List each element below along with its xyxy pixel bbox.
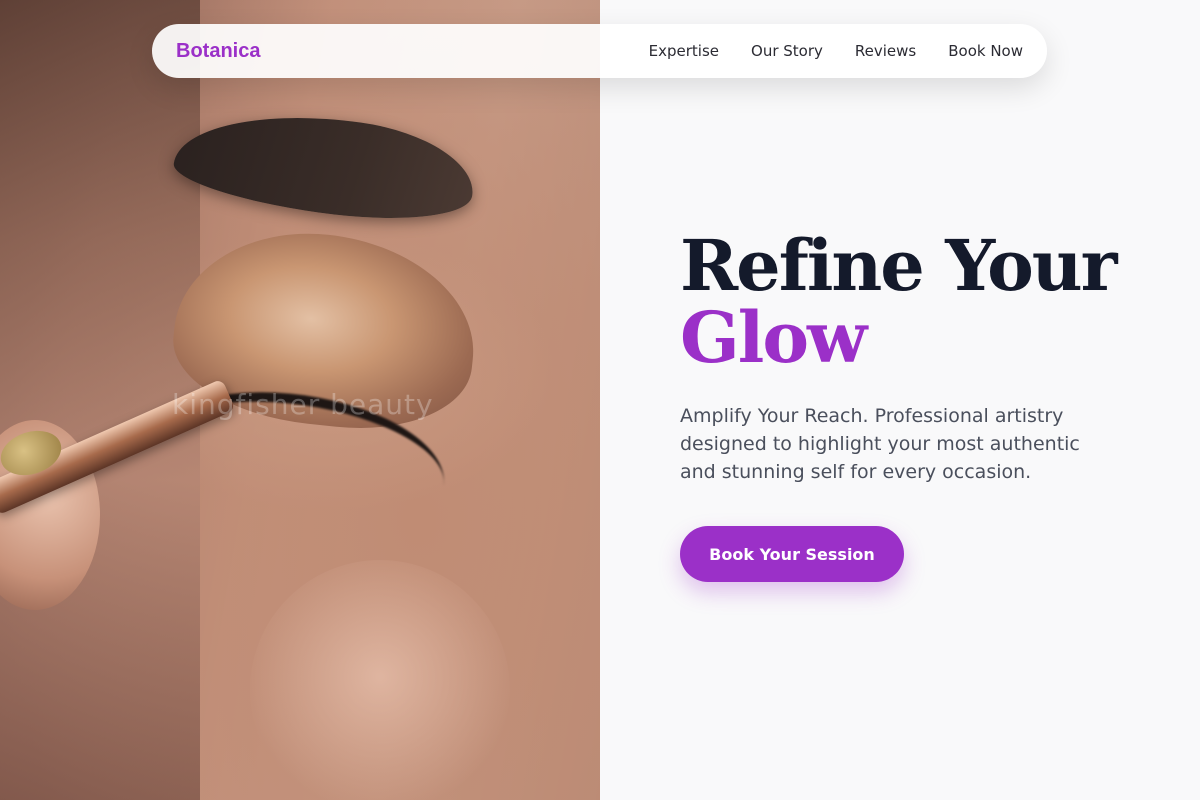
hero-title-line1: Refine Your [680, 224, 1118, 307]
book-session-button[interactable]: Book Your Session [680, 526, 904, 582]
nav-link-our-story[interactable]: Our Story [751, 42, 823, 60]
brand-logo[interactable]: Botanica [176, 40, 260, 63]
hero-content: Refine Your Glow Amplify Your Reach. Pro… [680, 230, 1150, 582]
hero-title-accent: Glow [680, 296, 867, 379]
hero-image: kingfisher beauty [0, 0, 600, 800]
navbar: Botanica Expertise Our Story Reviews Boo… [152, 24, 1047, 78]
hero-title: Refine Your Glow [680, 230, 1150, 374]
eyebrow [169, 97, 481, 234]
nav-links: Expertise Our Story Reviews Book Now [649, 42, 1023, 60]
hero-subtitle: Amplify Your Reach. Professional artistr… [680, 405, 1080, 483]
nav-link-book-now[interactable]: Book Now [948, 42, 1023, 60]
photo-background [0, 0, 200, 800]
nav-link-expertise[interactable]: Expertise [649, 42, 719, 60]
image-watermark: kingfisher beauty [172, 388, 434, 421]
nav-link-reviews[interactable]: Reviews [855, 42, 916, 60]
nose-highlight [250, 560, 510, 800]
